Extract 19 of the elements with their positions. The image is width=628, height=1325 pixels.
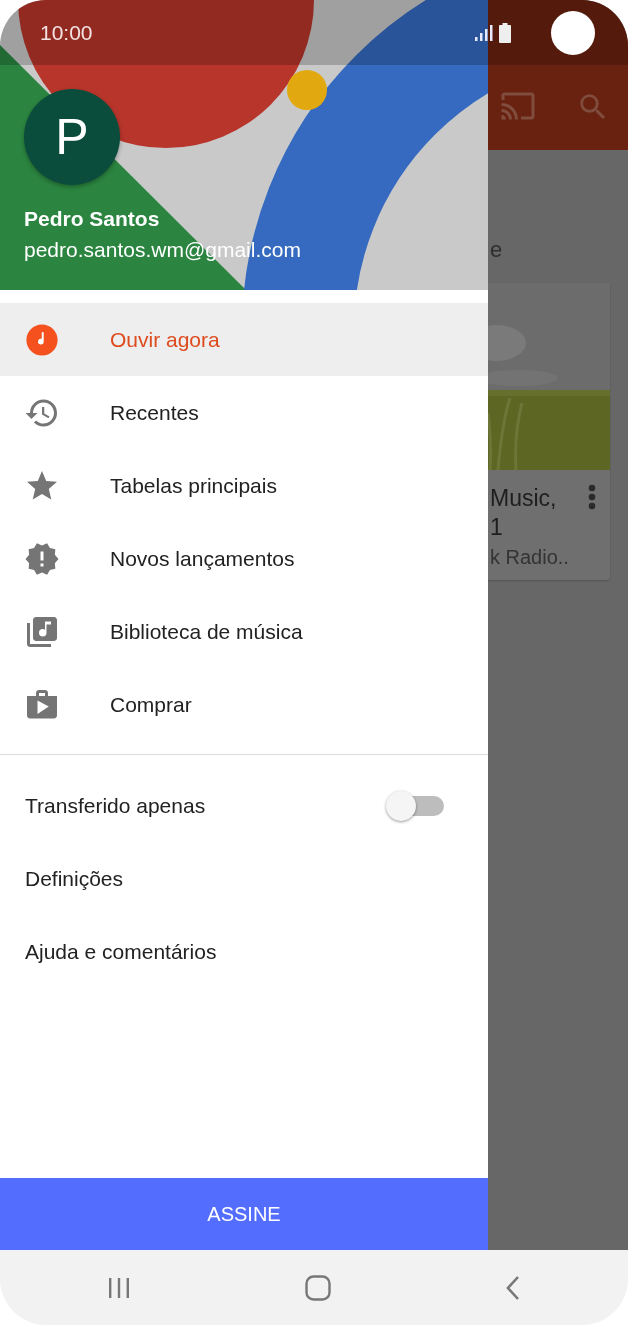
drawer-menu-item[interactable]: Biblioteca de música <box>0 595 488 668</box>
drawer-menu-item[interactable]: Comprar <box>0 668 488 741</box>
album-subtitle: k Radio.. <box>490 545 570 570</box>
setting-label: Transferido apenas <box>25 793 207 818</box>
home-icon[interactable] <box>305 1274 331 1301</box>
back-icon[interactable] <box>505 1274 521 1301</box>
drawer-menu-item[interactable]: Recentes <box>0 376 488 449</box>
recent-apps-icon[interactable] <box>107 1276 131 1299</box>
drawer-setting-item[interactable]: Ajuda e comentários <box>0 915 227 988</box>
drawer-menu-item[interactable]: Tabelas principais <box>0 449 488 522</box>
music-note-icon <box>25 322 59 357</box>
more-options-icon[interactable] <box>588 484 596 510</box>
subscribe-button[interactable]: ASSINE <box>0 1178 488 1250</box>
drawer-menu-item[interactable]: Novos lançamentos <box>0 522 488 595</box>
album-title: Music, 1 <box>490 484 557 542</box>
drawer-menu-item[interactable]: Ouvir agora <box>0 303 488 376</box>
section-heading: e <box>490 237 504 263</box>
drawer-setting-item[interactable]: Definições <box>0 842 134 915</box>
battery-icon <box>499 22 511 43</box>
